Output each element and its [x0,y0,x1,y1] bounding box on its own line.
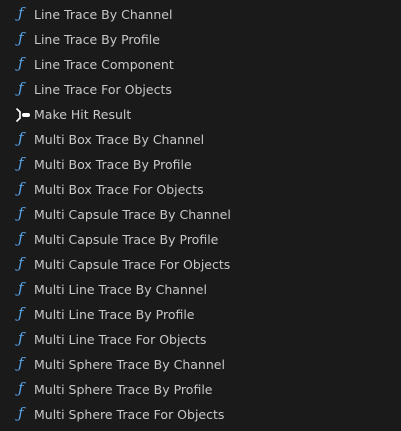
function-icon: ƒ [18,154,24,172]
list-item-label: Line Trace By Profile [34,32,160,47]
list-item-label: Multi Capsule Trace By Profile [34,232,219,247]
list-item-label: Line Trace For Objects [34,82,172,97]
list-item[interactable]: ƒ Multi Box Trace By Profile [0,152,401,177]
list-item[interactable]: ƒ Line Trace For Objects [0,77,401,102]
list-item-label: Multi Box Trace For Objects [34,182,204,197]
function-icon: ƒ [18,29,24,47]
list-item[interactable]: Make Hit Result [0,102,401,127]
function-icon: ƒ [18,354,24,372]
action-list: ƒ Line Trace By Channel ƒ Line Trace By … [0,2,401,427]
list-item[interactable]: ƒ Multi Box Trace By Channel [0,127,401,152]
list-item-label: Multi Box Trace By Channel [34,132,205,147]
list-item[interactable]: ƒ Multi Line Trace By Channel [0,277,401,302]
list-item[interactable]: ƒ Multi Box Trace For Objects [0,177,401,202]
function-icon: ƒ [18,179,24,197]
list-item[interactable]: ƒ Line Trace By Channel [0,2,401,27]
list-item-label: Multi Capsule Trace For Objects [34,257,231,272]
list-item-label: Multi Line Trace By Profile [34,307,195,322]
list-item-label: Multi Line Trace For Objects [34,332,207,347]
list-item[interactable]: ƒ Multi Sphere Trace For Objects [0,402,401,427]
function-icon: ƒ [18,329,24,347]
function-icon: ƒ [18,54,24,72]
list-item-label: Line Trace By Channel [34,7,173,22]
list-item[interactable]: ƒ Multi Capsule Trace By Profile [0,227,401,252]
list-item[interactable]: ƒ Multi Capsule Trace By Channel [0,202,401,227]
make-struct-icon [16,102,34,127]
function-icon: ƒ [18,279,24,297]
list-item-label: Multi Box Trace By Profile [34,157,192,172]
list-item-label: Line Trace Component [34,57,174,72]
function-icon: ƒ [18,304,24,322]
function-icon: ƒ [18,379,24,397]
function-icon: ƒ [18,404,24,422]
function-icon: ƒ [18,4,24,22]
list-item[interactable]: ƒ Line Trace By Profile [0,27,401,52]
list-item-label: Multi Sphere Trace For Objects [34,407,225,422]
list-item-label: Multi Capsule Trace By Channel [34,207,231,222]
list-item-label: Make Hit Result [34,107,132,122]
list-item[interactable]: ƒ Line Trace Component [0,52,401,77]
list-item[interactable]: ƒ Multi Capsule Trace For Objects [0,252,401,277]
list-item-label: Multi Sphere Trace By Profile [34,382,213,397]
list-item-label: Multi Sphere Trace By Channel [34,357,225,372]
list-item[interactable]: ƒ Multi Sphere Trace By Channel [0,352,401,377]
function-icon: ƒ [18,254,24,272]
list-item[interactable]: ƒ Multi Line Trace For Objects [0,327,401,352]
list-item[interactable]: ƒ Multi Line Trace By Profile [0,302,401,327]
function-icon: ƒ [18,129,24,147]
list-item[interactable]: ƒ Multi Sphere Trace By Profile [0,377,401,402]
function-icon: ƒ [18,79,24,97]
list-item-label: Multi Line Trace By Channel [34,282,207,297]
function-icon: ƒ [18,229,24,247]
function-icon: ƒ [18,204,24,222]
